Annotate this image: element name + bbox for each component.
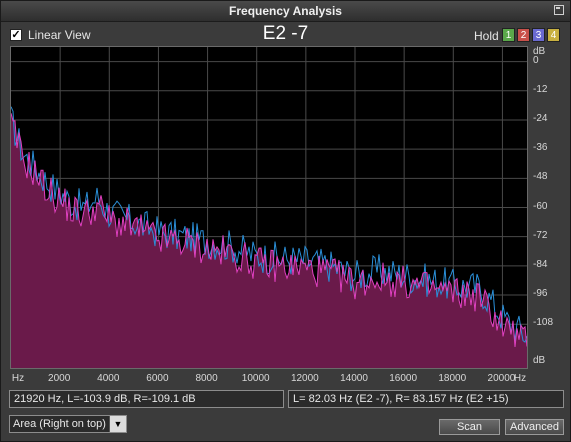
x-tick-label: 18000 bbox=[438, 373, 467, 384]
x-axis: Hz 2000 4000 6000 8000 10000 12000 14000 16000 18… bbox=[10, 370, 528, 386]
y-tick-label: dB bbox=[533, 355, 546, 366]
x-tick-label: 16000 bbox=[389, 373, 418, 384]
spectrum-plot[interactable] bbox=[10, 46, 528, 369]
y-tick-label: -48 bbox=[533, 171, 548, 183]
x-tick-label: 2000 bbox=[48, 373, 71, 384]
hold-label: Hold bbox=[474, 29, 499, 43]
hold-button-4[interactable]: 4 bbox=[547, 28, 560, 42]
x-tick-label: 10000 bbox=[241, 373, 270, 384]
y-tick-label: -12 bbox=[533, 83, 548, 95]
y-tick-label: -84 bbox=[533, 258, 548, 270]
scan-button[interactable]: Scan bbox=[439, 419, 500, 435]
x-tick-label: Hz bbox=[11, 373, 25, 384]
restore-icon[interactable] bbox=[554, 5, 564, 15]
series-area-L bbox=[11, 113, 527, 368]
frequency-analysis-window: Frequency Analysis ✓ Linear View E2 -7 H… bbox=[0, 0, 571, 442]
hold-button-3[interactable]: 3 bbox=[532, 28, 545, 42]
view-mode-value: Area (Right on top) bbox=[13, 418, 106, 430]
y-tick-label: -60 bbox=[533, 200, 548, 212]
x-tick-label: 12000 bbox=[290, 373, 319, 384]
spectrum-svg bbox=[10, 47, 528, 368]
advanced-button[interactable]: Advanced bbox=[505, 419, 564, 435]
cursor-readout: 21920 Hz, L=-103.9 dB, R=-109.1 dB bbox=[9, 390, 284, 408]
title-bar[interactable]: Frequency Analysis bbox=[1, 1, 570, 22]
hold-button-1[interactable]: 1 bbox=[502, 28, 515, 42]
x-tick-label: 4000 bbox=[97, 373, 120, 384]
chevron-down-icon[interactable]: ▼ bbox=[109, 416, 126, 432]
hold-button-2[interactable]: 2 bbox=[517, 28, 530, 42]
y-tick-label: 0 bbox=[533, 54, 539, 66]
y-axis: dB 0 -12 -24 -36 -48 -60 -72 -84 -96 -108 dB bbox=[528, 46, 566, 369]
x-tick-label: 14000 bbox=[340, 373, 368, 384]
x-tick-label: Hz bbox=[513, 373, 527, 384]
x-tick-label: 6000 bbox=[146, 373, 169, 384]
y-tick-label: -96 bbox=[533, 288, 548, 300]
y-tick-label: -72 bbox=[533, 229, 548, 241]
x-tick-label: 8000 bbox=[195, 373, 218, 384]
x-tick-label: 20000 bbox=[487, 373, 516, 384]
view-mode-select[interactable]: Area (Right on top) ▼ bbox=[9, 415, 127, 433]
y-tick-label: -24 bbox=[533, 112, 548, 124]
peak-readout: L= 82.03 Hz (E2 -7), R= 83.157 Hz (E2 +1… bbox=[288, 390, 564, 408]
y-tick-label: -36 bbox=[533, 142, 548, 154]
window-title: Frequency Analysis bbox=[229, 4, 342, 18]
y-tick-label: -108 bbox=[533, 317, 554, 329]
